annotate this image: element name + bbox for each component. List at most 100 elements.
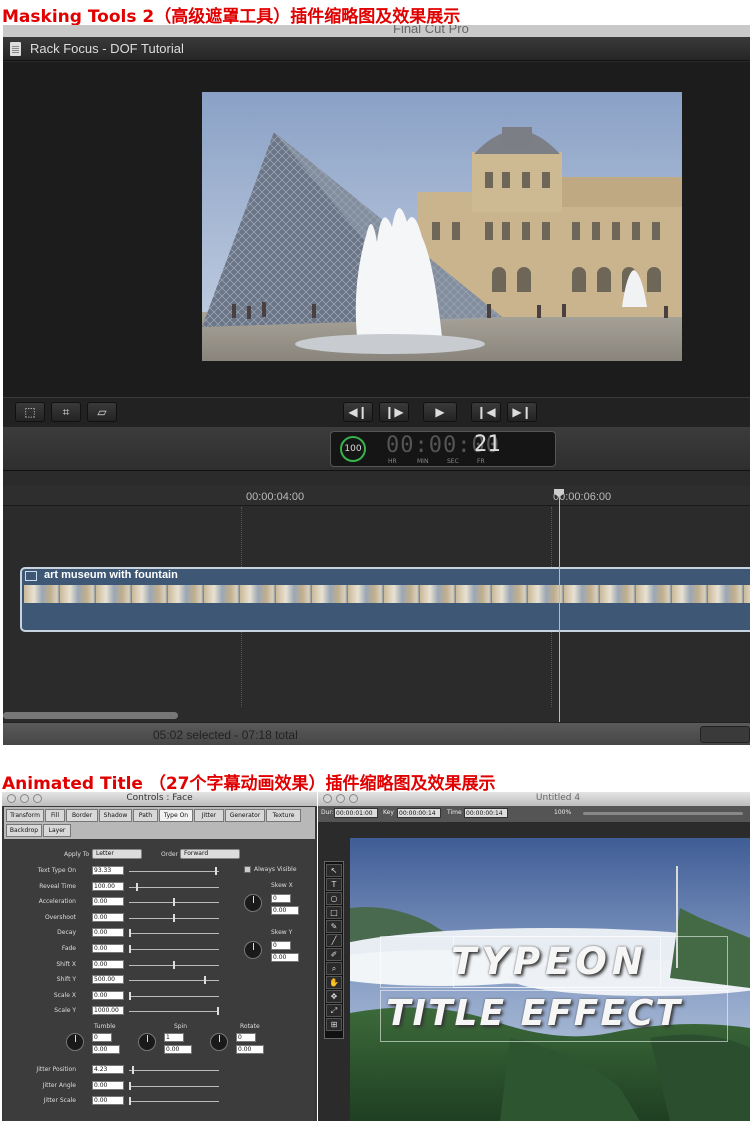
next-frame-icon[interactable]: ❙▶ — [379, 402, 409, 422]
param-slider[interactable] — [129, 929, 219, 938]
background-tasks-indicator[interactable]: 100 — [340, 436, 366, 462]
param-value-field[interactable]: 0.00 — [92, 897, 124, 907]
slider-thumb[interactable] — [129, 1081, 131, 1090]
zoom-level[interactable]: 100% — [554, 809, 571, 816]
playhead[interactable] — [559, 491, 560, 741]
zoom-tool-icon[interactable]: ⌕ — [326, 962, 342, 975]
timeline-scrollbar[interactable] — [3, 712, 178, 719]
transform-icon[interactable]: ⬚ — [15, 402, 45, 422]
param-slider[interactable] — [129, 991, 219, 1000]
skew-y-dial[interactable] — [244, 941, 262, 959]
tab-backdrop[interactable]: Backdrop — [6, 824, 42, 837]
param-value-field[interactable]: 0.00 — [92, 1080, 124, 1090]
param-slider[interactable] — [129, 1007, 219, 1016]
brush-tool-icon[interactable]: ✐ — [326, 948, 342, 961]
time-scrubber[interactable] — [583, 812, 743, 815]
scale-tool-icon[interactable]: ⤢ — [326, 1004, 342, 1017]
hand-tool-icon[interactable]: ✋ — [326, 976, 342, 989]
slider-thumb[interactable] — [173, 898, 175, 907]
time-field[interactable]: 00:00:00:14 — [464, 808, 508, 818]
tab-layer[interactable]: Layer — [43, 824, 71, 837]
key-field[interactable]: 00:00:00:14 — [397, 808, 441, 818]
tumble-degrees[interactable]: 0 — [92, 1033, 112, 1042]
param-value-field[interactable]: 0.00 — [92, 1096, 124, 1106]
go-to-start-icon[interactable]: ❙◀ — [471, 402, 501, 422]
param-value-field[interactable]: 0.00 — [92, 990, 124, 1000]
param-value-field[interactable]: 93.33 — [92, 866, 124, 875]
param-slider[interactable] — [129, 1097, 219, 1106]
slider-thumb[interactable] — [173, 913, 175, 922]
param-slider[interactable] — [129, 913, 219, 922]
slider-thumb[interactable] — [132, 1066, 134, 1074]
crop-icon[interactable]: ⌗ — [51, 402, 81, 422]
slider-thumb[interactable] — [129, 991, 131, 1000]
param-value-field[interactable]: 500.00 — [92, 975, 124, 985]
timeline-clip[interactable]: art museum with fountain — [20, 567, 750, 632]
distort-icon[interactable]: ▱ — [87, 402, 117, 422]
param-value-field[interactable]: 100.00 — [92, 881, 124, 891]
ellipse-tool-icon[interactable]: ○ — [326, 892, 342, 905]
tab-generator[interactable]: Generator — [225, 809, 265, 822]
param-slider[interactable] — [129, 1081, 219, 1090]
param-value-field[interactable]: 0.00 — [92, 944, 124, 953]
rotate-value[interactable]: 0.00 — [236, 1045, 264, 1054]
canvas-view[interactable]: TYPEON TITLE EFFECT — [350, 838, 750, 1121]
tumble-dial[interactable] — [66, 1033, 84, 1051]
tab-texture[interactable]: Texture — [266, 809, 301, 822]
duration-field[interactable]: 00:00:01:00 — [334, 808, 378, 818]
skew-y-value[interactable]: 0.00 — [271, 953, 299, 962]
param-slider[interactable] — [129, 945, 219, 953]
spin-dial[interactable] — [138, 1033, 156, 1051]
always-visible-checkbox[interactable] — [244, 866, 251, 873]
spin-value[interactable]: 0.00 — [164, 1045, 192, 1054]
skew-x-value[interactable]: 0.00 — [271, 906, 299, 915]
crop-tool-icon[interactable]: ⊞ — [326, 1018, 342, 1031]
param-value-field[interactable]: 4.23 — [92, 1065, 124, 1074]
skew-x-dial[interactable] — [244, 894, 262, 912]
param-slider[interactable] — [129, 882, 219, 891]
rotate-degrees[interactable]: 0 — [236, 1033, 256, 1042]
param-slider[interactable] — [129, 976, 219, 985]
rectangle-tool-icon[interactable]: □ — [326, 906, 342, 919]
line-tool-icon[interactable]: ╱ — [326, 934, 342, 947]
tab-transform[interactable]: Transform — [6, 809, 44, 822]
slider-thumb[interactable] — [136, 882, 138, 891]
pointer-tool-icon[interactable]: ↖ — [326, 864, 342, 877]
order-select[interactable]: Forward — [180, 849, 240, 859]
skew-y-degrees[interactable]: 0 — [271, 941, 291, 950]
pen-tool-icon[interactable]: ✎ — [326, 920, 342, 933]
slider-thumb[interactable] — [204, 976, 206, 985]
slider-thumb[interactable] — [129, 1097, 131, 1106]
tab-jitter[interactable]: Jitter — [194, 809, 224, 822]
tab-type-on[interactable]: Type On — [159, 809, 193, 822]
tab-path[interactable]: Path — [133, 809, 158, 822]
param-value-field[interactable]: 0.00 — [92, 928, 124, 938]
tumble-value[interactable]: 0.00 — [92, 1045, 120, 1054]
param-value-field[interactable]: 0.00 — [92, 959, 124, 969]
param-slider[interactable] — [129, 867, 219, 875]
rotate-dial[interactable] — [210, 1033, 228, 1051]
previous-frame-icon[interactable]: ◀❙ — [343, 402, 373, 422]
apply-to-select[interactable]: Letter — [92, 849, 142, 859]
move-tool-icon[interactable]: ✥ — [326, 990, 342, 1003]
slider-thumb[interactable] — [129, 945, 131, 953]
animated-title-line-2[interactable]: TITLE EFFECT — [386, 993, 682, 1034]
param-value-field[interactable]: 1000.00 — [92, 1006, 124, 1016]
zoom-control[interactable] — [700, 726, 750, 743]
slider-thumb[interactable] — [215, 867, 217, 875]
slider-thumb[interactable] — [173, 960, 175, 969]
play-button[interactable]: ▶ — [423, 402, 457, 422]
param-slider[interactable] — [129, 960, 219, 969]
tab-shadow[interactable]: Shadow — [99, 809, 132, 822]
go-to-end-icon[interactable]: ▶❙ — [507, 402, 537, 422]
slider-thumb[interactable] — [129, 929, 131, 938]
skew-x-degrees[interactable]: 0 — [271, 894, 291, 903]
animated-title-line-1[interactable]: TYPEON — [451, 940, 648, 983]
param-slider[interactable] — [129, 898, 219, 907]
tab-fill[interactable]: Fill — [45, 809, 65, 822]
spin-degrees[interactable]: 1 — [164, 1033, 184, 1042]
text-tool-icon[interactable]: T — [326, 878, 342, 891]
param-value-field[interactable]: 0.00 — [92, 912, 124, 922]
param-slider[interactable] — [129, 1066, 219, 1074]
timecode-display[interactable]: 100 00:00:00 21 HR MIN SEC FR — [330, 431, 556, 467]
